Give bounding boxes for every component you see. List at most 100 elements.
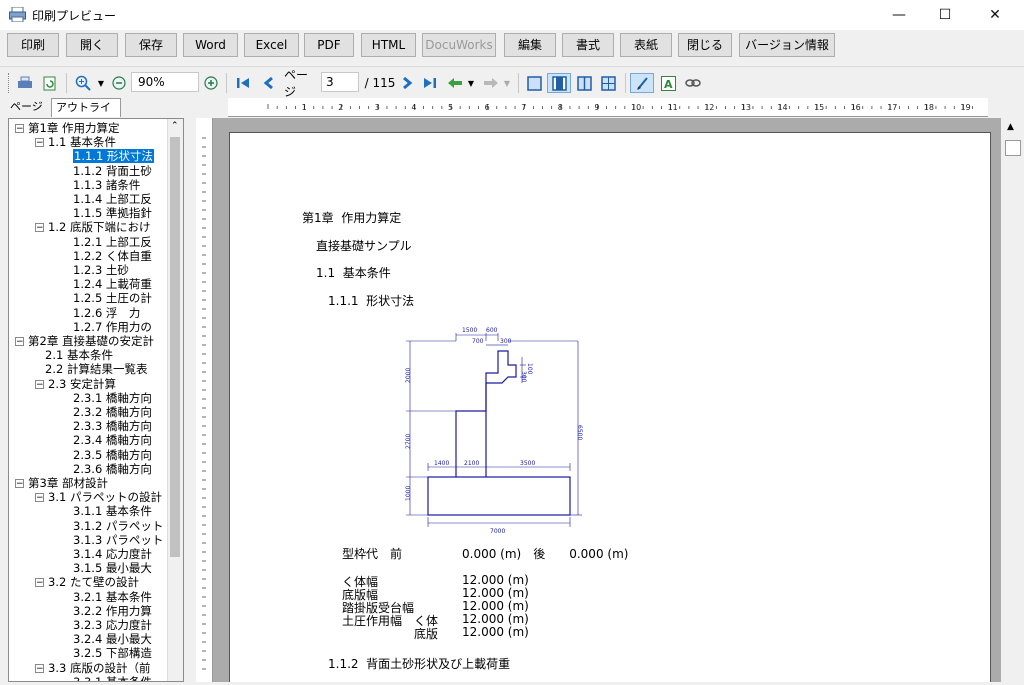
collapse-toggle-icon[interactable]: − <box>15 337 24 347</box>
zoom-in-icon[interactable] <box>72 73 94 93</box>
print-button[interactable]: 印刷 <box>7 33 59 57</box>
outline-item[interactable]: −3.2 たて壁の設計 <box>35 575 139 589</box>
back-dropdown-icon[interactable]: ▼ <box>466 73 476 93</box>
outline-item[interactable]: 2.3.5 橋軸方向 <box>63 448 152 462</box>
outline-item[interactable]: 3.1.1 基本条件 <box>63 504 152 518</box>
outline-item[interactable]: −3.3 底版の設計（前 <box>35 661 150 675</box>
collapse-toggle-icon[interactable]: − <box>35 138 44 148</box>
outline-item[interactable]: 2.3.1 橋軸方向 <box>63 391 152 405</box>
html-button[interactable]: HTML <box>361 33 416 57</box>
outline-item[interactable]: 3.2.1 基本条件 <box>63 590 152 604</box>
preview-scrollbar[interactable]: ▲ <box>1001 118 1024 682</box>
format-button[interactable]: 書式 <box>562 33 614 57</box>
cover-button[interactable]: 表紙 <box>620 33 672 57</box>
four-page-icon[interactable] <box>597 73 619 93</box>
forward-arrow-icon[interactable] <box>480 73 502 93</box>
outline-item[interactable]: 1.1.2 背面土砂 <box>63 164 152 178</box>
outline-item[interactable]: −1.2 底版下端におけ <box>35 220 150 234</box>
outline-item[interactable]: 2.3.3 橋軸方向 <box>63 419 152 433</box>
outline-item[interactable]: 3.1.5 最小最大 <box>63 561 152 575</box>
collapse-toggle-icon[interactable]: − <box>35 223 44 233</box>
page-number-input[interactable]: 3 <box>321 72 359 92</box>
outline-item[interactable]: 1.2.2 く体自重 <box>63 249 152 263</box>
outline-item[interactable]: 3.2.5 下部構造 <box>63 646 152 660</box>
pdf-button[interactable]: PDF <box>304 33 354 57</box>
edit-button[interactable]: 編集 <box>504 33 556 57</box>
outline-item[interactable]: 3.2.2 作用力算 <box>63 604 152 618</box>
outline-item[interactable]: 1.2.1 上部工反 <box>63 235 152 249</box>
outline-item[interactable]: − 第3章 部材設計 <box>15 476 108 490</box>
outline-item[interactable]: −2.3 安定計算 <box>35 377 116 391</box>
save-button[interactable]: 保存 <box>125 33 177 57</box>
previous-page-icon[interactable] <box>259 73 279 93</box>
preview-scroll-thumb[interactable] <box>1005 140 1021 156</box>
collapse-toggle-icon[interactable]: − <box>15 124 24 134</box>
excel-button[interactable]: Excel <box>244 33 299 57</box>
outline-scrollbar[interactable]: ⌃ <box>167 119 183 681</box>
outline-item[interactable]: 2.3.2 橋軸方向 <box>63 405 152 419</box>
outline-item[interactable]: −3.1 パラペットの設計 <box>35 490 162 504</box>
outline-item[interactable]: 1.1.4 上部工反 <box>63 192 152 206</box>
outline-item[interactable]: 1.2.5 土圧の計 <box>63 291 152 305</box>
outline-item[interactable]: 1.1.5 準拠指針 <box>63 206 152 220</box>
outline-item-label: 3.1.2 パラペット <box>73 518 164 533</box>
word-button[interactable]: Word <box>183 33 238 57</box>
maximize-button[interactable]: ☐ <box>922 0 968 30</box>
outline-item[interactable]: 3.2.3 応力度計 <box>63 618 152 632</box>
outline-scroll-thumb[interactable] <box>170 137 180 557</box>
outline-item[interactable]: 2.2 計算結果一覧表 <box>35 362 147 376</box>
scroll-up-icon[interactable]: ▲ <box>1007 122 1014 132</box>
single-page-icon[interactable] <box>523 73 545 93</box>
two-page-icon[interactable] <box>573 73 595 93</box>
back-arrow-icon[interactable] <box>444 73 466 93</box>
outline-item[interactable]: − 第1章 作用力算定 <box>15 121 119 135</box>
zoom-out-icon[interactable] <box>110 73 128 93</box>
outline-item[interactable]: −1.1 基本条件 <box>35 135 116 149</box>
collapse-toggle-icon[interactable]: − <box>35 663 44 673</box>
tab-page[interactable]: ページ <box>6 98 50 117</box>
outline-item[interactable]: 3.1.2 パラペット <box>63 519 163 533</box>
first-page-icon[interactable] <box>233 73 253 93</box>
outline-item[interactable]: 2.3.6 橋軸方向 <box>63 462 152 476</box>
outline-item[interactable]: 1.2.7 作用力の <box>63 320 152 334</box>
zoom-dropdown-arrow-icon[interactable]: ▼ <box>96 73 106 93</box>
collapse-toggle-icon[interactable]: − <box>35 578 44 588</box>
scroll-up-icon[interactable]: ⌃ <box>171 121 179 131</box>
collapse-toggle-icon[interactable]: − <box>35 493 44 503</box>
outline-item[interactable]: 3.3.1 基本条件 <box>63 675 152 681</box>
open-button[interactable]: 開く <box>66 33 118 57</box>
refresh-icon[interactable] <box>40 73 60 93</box>
next-page-icon[interactable] <box>397 73 417 93</box>
outline-item[interactable]: 3.1.3 パラペット <box>63 533 163 547</box>
outline-item[interactable]: 2.1 基本条件 <box>35 348 113 362</box>
dim-300-top: 300 <box>500 338 512 345</box>
version-info-button[interactable]: バージョン情報 <box>739 33 835 57</box>
outline-item[interactable]: 3.2.4 最小最大 <box>63 632 152 646</box>
docuworks-button[interactable]: DocuWorks <box>422 33 496 57</box>
forward-dropdown-icon[interactable]: ▼ <box>502 73 512 93</box>
outline-item[interactable]: 1.1.1 形状寸法 <box>63 149 154 164</box>
close-button[interactable]: ✕ <box>972 0 1018 30</box>
collapse-toggle-icon[interactable]: − <box>15 479 24 489</box>
outline-item[interactable]: 2.3.4 橋軸方向 <box>63 433 152 447</box>
last-page-icon[interactable] <box>420 73 440 93</box>
printer-setup-icon[interactable] <box>14 73 36 93</box>
zoom-plus-icon[interactable] <box>202 73 220 93</box>
outline-item[interactable]: 1.2.6 浮 力 <box>63 306 140 320</box>
link-tool-icon[interactable] <box>682 73 704 93</box>
outline-item[interactable]: 1.1.3 諸条件 <box>63 178 140 192</box>
outline-item[interactable]: 3.1.4 応力度計 <box>63 547 152 561</box>
minimize-button[interactable]: — <box>876 0 922 30</box>
outline-item[interactable]: − 第2章 直接基礎の安定計 <box>15 334 154 348</box>
zoom-select[interactable]: 90% <box>131 72 199 92</box>
fit-page-icon[interactable] <box>547 73 571 93</box>
outline-item[interactable]: 1.2.4 上載荷重 <box>63 277 152 291</box>
close-preview-button[interactable]: 閉じる <box>678 33 732 57</box>
text-tool-icon[interactable]: A <box>657 73 679 93</box>
outline-tree[interactable]: − 第1章 作用力算定 −1.1 基本条件 1.1.1 形状寸法 1.1.2 背面土砂 1… <box>8 118 184 682</box>
pointer-tool-icon[interactable] <box>630 73 654 93</box>
outline-item[interactable]: 1.2.3 土砂 <box>63 263 129 277</box>
collapse-toggle-icon[interactable]: − <box>35 379 44 389</box>
tab-outline[interactable]: アウトライン <box>51 98 121 132</box>
preview-viewport[interactable]: 第1章 作用力算定 直接基礎サンプル 1.1 基本条件 1.1.1 形状寸法 1… <box>213 118 1001 682</box>
